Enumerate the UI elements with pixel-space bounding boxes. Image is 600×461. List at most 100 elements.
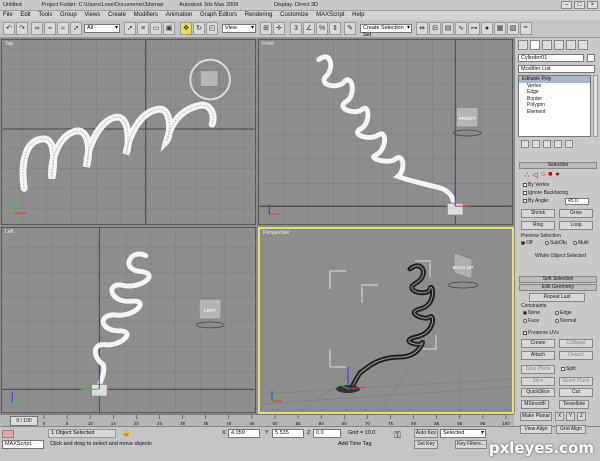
window-crossing-icon[interactable]: ▣ bbox=[163, 22, 175, 35]
auto-key-button[interactable]: Auto Key bbox=[414, 429, 438, 438]
select-by-name-icon[interactable]: ≡ bbox=[137, 22, 149, 35]
rect-selection-icon[interactable]: ▭ bbox=[150, 22, 162, 35]
layer-manager-icon[interactable]: ▤ bbox=[442, 22, 454, 35]
listener-mini-icon[interactable] bbox=[2, 430, 14, 438]
set-key-button[interactable]: Set Key bbox=[414, 440, 438, 449]
select-object-icon[interactable]: ➚ bbox=[70, 22, 82, 35]
detach-button[interactable]: Detach bbox=[559, 351, 593, 360]
minimize-icon[interactable]: – bbox=[561, 1, 572, 9]
render-setup-icon[interactable]: ▦ bbox=[494, 22, 506, 35]
viewport-label-left[interactable]: Left bbox=[5, 229, 13, 235]
constraint-edge-radio[interactable]: Edge bbox=[555, 310, 572, 316]
menu-tools[interactable]: Tools bbox=[35, 11, 55, 20]
menu-rendering[interactable]: Rendering bbox=[242, 11, 276, 20]
schematic-view-icon[interactable]: ⊶ bbox=[468, 22, 480, 35]
link-icon[interactable]: ∞ bbox=[31, 22, 43, 35]
menu-edit[interactable]: Edit bbox=[17, 11, 33, 20]
viewport-top[interactable]: Top bbox=[1, 39, 256, 225]
border-mode-icon[interactable]: ○ bbox=[541, 171, 545, 179]
hierarchy-tab-icon[interactable] bbox=[542, 40, 552, 50]
preserve-uvs-option[interactable]: Preserve UVs bbox=[523, 330, 559, 336]
make-planar-button[interactable]: Make Planar bbox=[520, 412, 552, 421]
menu-group[interactable]: Group bbox=[57, 11, 80, 20]
menu-graph-editors[interactable]: Graph Editors bbox=[197, 11, 240, 20]
rendered-frame-icon[interactable]: ▧ bbox=[507, 22, 519, 35]
viewport-front[interactable]: FRONT Front bbox=[258, 39, 513, 225]
msmooth-button[interactable]: MSmooth bbox=[521, 400, 549, 409]
rotate-icon[interactable]: ↻ bbox=[193, 22, 205, 35]
display-tab-icon[interactable] bbox=[566, 40, 576, 50]
preview-subobj-radio[interactable]: SubObj bbox=[545, 240, 567, 246]
shrink-button[interactable]: Shrink bbox=[521, 209, 555, 218]
menu-file[interactable]: File bbox=[0, 11, 16, 20]
y-coordinate-input[interactable]: 5.535 bbox=[272, 429, 304, 438]
preview-off-radio[interactable]: Off bbox=[521, 240, 533, 246]
material-editor-icon[interactable]: ● bbox=[481, 22, 493, 35]
snap-3d-icon[interactable]: 3 bbox=[290, 22, 302, 35]
percent-snap-icon[interactable]: % bbox=[316, 22, 328, 35]
menu-create[interactable]: Create bbox=[105, 11, 129, 20]
lock-selection-icon[interactable]: 🔒 bbox=[122, 429, 131, 438]
create-button[interactable]: Create bbox=[521, 339, 555, 348]
polygon-mode-icon[interactable]: ■ bbox=[548, 171, 552, 179]
stack-scrollbar[interactable] bbox=[593, 75, 598, 137]
stack-item-element[interactable]: Element bbox=[519, 109, 590, 116]
menu-animation[interactable]: Animation bbox=[163, 11, 196, 20]
planar-z-button[interactable]: Z bbox=[577, 412, 586, 421]
angle-input[interactable]: 45.0 bbox=[565, 198, 589, 205]
move-icon[interactable]: ✥ bbox=[180, 22, 192, 35]
menu-customize[interactable]: Customize bbox=[277, 11, 311, 20]
object-color-swatch[interactable] bbox=[587, 54, 595, 62]
slice-plane-button[interactable]: Slice Plane bbox=[521, 365, 555, 374]
split-option[interactable]: Split bbox=[561, 366, 576, 372]
viewport-left[interactable]: LEFT Left bbox=[1, 227, 256, 413]
make-unique-icon[interactable] bbox=[543, 140, 551, 148]
planar-x-button[interactable]: X bbox=[555, 412, 564, 421]
menu-maxscript[interactable]: MAXScript bbox=[313, 11, 347, 20]
x-coordinate-input[interactable]: 4.059 bbox=[228, 429, 260, 438]
named-selection-dropdown[interactable]: Create Selection Set bbox=[360, 24, 412, 38]
maxscript-listener[interactable]: MAXScript. bbox=[2, 440, 44, 449]
viewport-perspective[interactable]: BACK UP Perspective bbox=[258, 227, 514, 414]
pivot-icon[interactable]: ⊞ bbox=[260, 22, 272, 35]
loop-button[interactable]: Loop bbox=[559, 221, 593, 230]
viewport-label-perspective[interactable]: Perspective bbox=[263, 230, 289, 236]
collapse-button[interactable]: Collapse bbox=[559, 339, 593, 348]
grid-align-button[interactable]: Grid Align bbox=[556, 425, 586, 434]
by-vertex-option[interactable]: By Vertex bbox=[523, 182, 549, 188]
menu-views[interactable]: Views bbox=[81, 11, 103, 20]
viewcube-left[interactable]: LEFT bbox=[204, 308, 216, 314]
by-angle-option[interactable]: By Angle: bbox=[523, 198, 549, 204]
slice-button[interactable]: Slice bbox=[521, 377, 555, 386]
ring-button[interactable]: Ring bbox=[521, 221, 555, 230]
edge-mode-icon[interactable]: ◁ bbox=[532, 171, 537, 179]
add-time-tag[interactable]: Add Time Tag bbox=[338, 440, 372, 449]
show-end-result-icon[interactable] bbox=[532, 140, 540, 148]
ignore-backfacing-option[interactable]: Ignore Backfacing bbox=[523, 190, 568, 196]
tessellate-button[interactable]: Tessellate bbox=[559, 400, 589, 409]
constraint-normal-radio[interactable]: Normal bbox=[555, 318, 576, 324]
view-align-button[interactable]: View Align bbox=[520, 425, 552, 434]
object-name-field[interactable]: Cylinder01 bbox=[518, 54, 584, 62]
quickslice-button[interactable]: QuickSlice bbox=[521, 388, 555, 397]
mirror-icon[interactable]: ⇹ bbox=[416, 22, 428, 35]
reference-coordinate-dropdown[interactable]: View bbox=[222, 24, 256, 33]
redo-icon[interactable]: ↷ bbox=[16, 22, 28, 35]
soft-selection-rollout-header[interactable]: Soft Selection bbox=[519, 276, 597, 283]
viewport-label-front[interactable]: Front bbox=[262, 41, 274, 47]
z-coordinate-input[interactable]: 0.0 bbox=[313, 429, 341, 438]
motion-tab-icon[interactable] bbox=[554, 40, 564, 50]
utilities-tab-icon[interactable] bbox=[578, 40, 588, 50]
angle-snap-icon[interactable]: ∠ bbox=[303, 22, 315, 35]
cut-button[interactable]: Cut bbox=[559, 388, 593, 397]
attach-button[interactable]: Attach bbox=[521, 351, 555, 360]
viewport-label-top[interactable]: Top bbox=[5, 41, 13, 47]
bind-warp-icon[interactable]: ≈ bbox=[57, 22, 69, 35]
key-mode-dropdown[interactable]: Selected bbox=[440, 429, 486, 438]
selection-rollout-header[interactable]: Selection bbox=[519, 162, 597, 169]
menu-modifiers[interactable]: Modifiers bbox=[131, 11, 161, 20]
maximize-icon[interactable]: □ bbox=[574, 1, 585, 9]
element-mode-icon[interactable]: ● bbox=[555, 171, 559, 179]
preview-multi-radio[interactable]: Multi bbox=[573, 240, 589, 246]
viewcube-perspective[interactable]: BACK UP bbox=[453, 265, 474, 270]
